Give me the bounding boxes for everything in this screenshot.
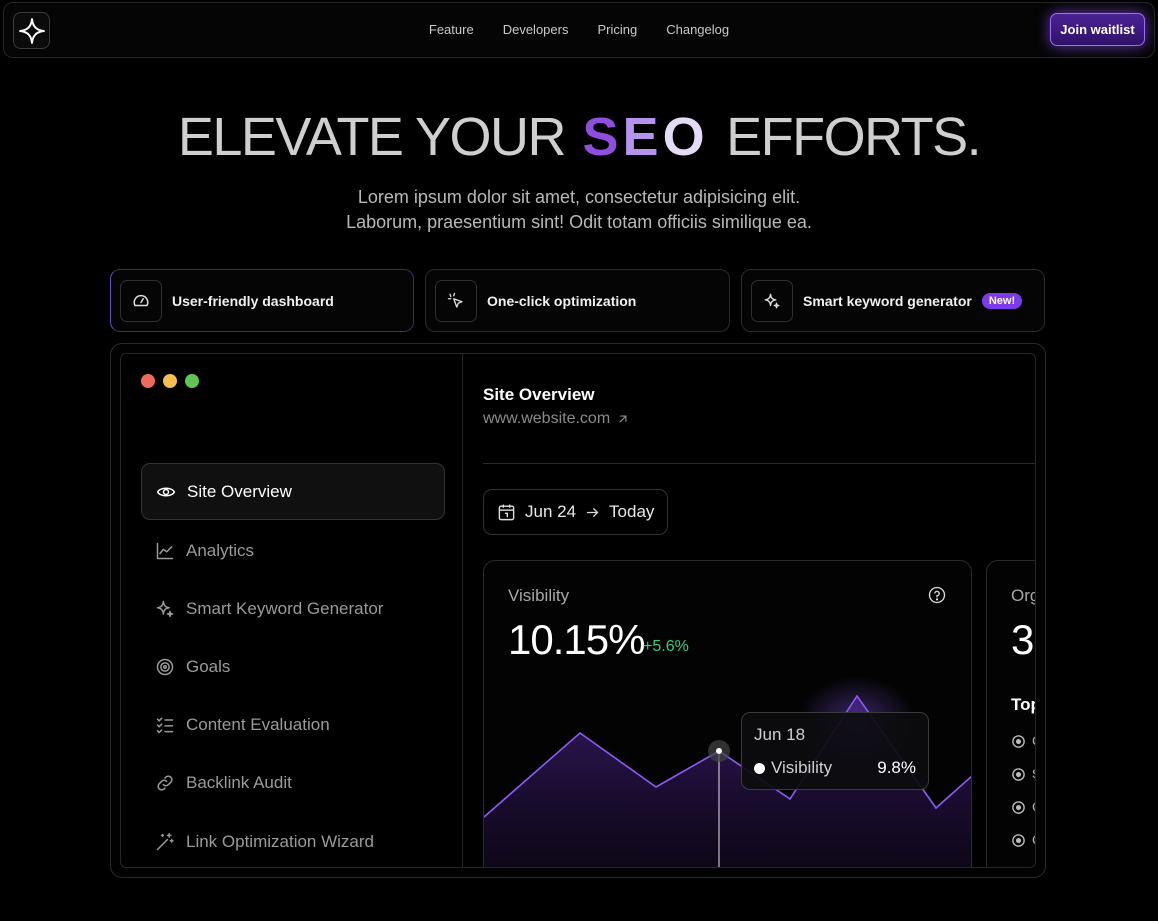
radio-target-icon: [1012, 833, 1025, 847]
sidebar-item-label: Analytics: [186, 540, 255, 560]
visibility-card: Visibility 10.15% +5.6% Jun 18 Visibilit…: [483, 560, 972, 867]
divider: [483, 463, 1035, 464]
calendar-icon: [498, 504, 515, 520]
window-close-dot[interactable]: [141, 374, 155, 388]
feature-label: Smart keyword generator: [803, 292, 972, 309]
radio-target-icon: [1012, 734, 1025, 748]
tooltip-series-dot: [754, 763, 765, 774]
external-arrow-icon: [619, 415, 627, 423]
sidebar-item-label: Smart Keyword Generator: [186, 598, 384, 618]
tooltip-value: 9.8%: [877, 758, 916, 777]
hero-title-highlight: SEO: [583, 107, 709, 167]
top-navbar: Feature Developers Pricing Changelog Joi…: [3, 2, 1155, 58]
list-item: c: [1011, 732, 1035, 750]
window-maximize-dot[interactable]: [185, 374, 199, 388]
cursor-click-icon: [447, 292, 463, 308]
line-chart-icon: [156, 542, 174, 559]
hover-point[interactable]: [716, 748, 722, 754]
sparkles-icon: [764, 293, 780, 308]
organic-value: 3: [1011, 616, 1035, 663]
sparkles-icon: [156, 600, 174, 617]
organic-top-heading: Top: [1011, 695, 1035, 714]
target-icon: [156, 658, 174, 675]
sidebar-item-label: Site Overview: [187, 481, 292, 501]
feature-one-click-optimization[interactable]: One-click optimization: [425, 269, 730, 332]
tooltip-date: Jun 18: [754, 725, 806, 744]
sidebar-item-link-optimization-wizard[interactable]: Link Optimization Wizard: [141, 813, 445, 867]
feature-smart-keyword-generator[interactable]: Smart keyword generator New!: [741, 269, 1045, 332]
dashboard-preview: Site Overview Analytics Smart Keyword Ge…: [110, 343, 1046, 878]
window-controls: [141, 374, 199, 388]
seo-letter-o: O: [662, 107, 709, 167]
nav-link-developers[interactable]: Developers: [503, 22, 569, 37]
nav-link-feature[interactable]: Feature: [429, 22, 474, 37]
hero-title-start: ELEVATE YOUR: [177, 107, 567, 167]
sidebar-item-label: Content Evaluation: [186, 714, 330, 734]
sidebar-item-label: Backlink Audit: [186, 772, 292, 792]
hero-subtitle-line-1: Lorem ipsum dolor sit amet, consectetur …: [357, 187, 801, 207]
list-check-icon: [156, 717, 174, 734]
new-badge: New!: [981, 292, 1023, 309]
feature-label: User-friendly dashboard: [172, 292, 334, 309]
list-item: s: [1011, 765, 1035, 783]
dashboard-sidebar: Site Overview Analytics Smart Keyword Ge…: [121, 354, 463, 867]
visibility-delta: +5.6%: [643, 638, 689, 655]
tooltip-series-name: Visibility: [771, 758, 833, 777]
list-item-text: c: [1032, 831, 1035, 849]
sidebar-item-site-overview[interactable]: Site Overview: [141, 463, 445, 520]
feature-label: One-click optimization: [487, 292, 637, 309]
help-icon[interactable]: [928, 586, 946, 604]
organic-card: Org 3 Top c s c c: [986, 560, 1035, 867]
eye-icon: [156, 487, 176, 496]
gauge-icon: [133, 294, 149, 306]
radio-target-icon: [1012, 767, 1025, 781]
sidebar-item-backlink-audit[interactable]: Backlink Audit: [141, 754, 445, 811]
arrow-right-icon: [586, 507, 599, 517]
nav-link-changelog[interactable]: Changelog: [666, 22, 729, 37]
hero-title: ELEVATE YOUR SEO EFFORTS.: [0, 106, 1158, 168]
list-item: c: [1011, 798, 1035, 816]
visibility-label: Visibility: [508, 586, 570, 605]
list-item-text: c: [1032, 798, 1035, 816]
dashboard-main: Site Overview www.website.com Jun 24 Tod…: [464, 354, 1035, 867]
sidebar-item-goals[interactable]: Goals: [141, 638, 445, 695]
organic-label: Org: [1011, 586, 1035, 605]
magic-wand-icon: [156, 832, 174, 850]
date-range-picker[interactable]: Jun 24 Today: [483, 489, 669, 535]
site-url-link[interactable]: www.website.com: [483, 410, 630, 428]
window-minimize-dot[interactable]: [163, 374, 177, 388]
hero-title-end: EFFORTS.: [726, 107, 982, 167]
sidebar-item-label: Goals: [186, 656, 231, 676]
nav-links: Feature Developers Pricing Changelog: [4, 22, 1154, 37]
nav-link-pricing[interactable]: Pricing: [597, 22, 637, 37]
seo-letter-e: E: [622, 107, 663, 167]
sidebar-item-smart-keyword-generator[interactable]: Smart Keyword Generator: [141, 580, 445, 637]
date-from: Jun 24: [525, 502, 577, 521]
list-item-text: c: [1032, 732, 1035, 750]
link-icon: [157, 774, 173, 791]
feature-user-friendly-dashboard[interactable]: User-friendly dashboard: [110, 269, 414, 332]
page-title: Site Overview: [483, 385, 595, 404]
visibility-value: 10.15%: [508, 616, 645, 663]
hero-subtitle-line-2: Laborum, praesentium sint! Odit totam of…: [346, 212, 812, 232]
sidebar-item-analytics[interactable]: Analytics: [141, 522, 445, 579]
dashboard-window: Site Overview Analytics Smart Keyword Ge…: [120, 353, 1036, 868]
sidebar-item-label: Link Optimization Wizard: [186, 831, 375, 851]
hero-subtitle: Lorem ipsum dolor sit amet, consectetur …: [0, 185, 1158, 235]
sidebar-item-content-evaluation[interactable]: Content Evaluation: [141, 696, 445, 753]
list-item-text: s: [1032, 765, 1035, 783]
radio-target-icon: [1012, 800, 1025, 814]
chart-tooltip: Jun 18 Visibility 9.8%: [741, 712, 929, 790]
date-to: Today: [609, 502, 655, 521]
seo-letter-s: S: [582, 107, 623, 167]
site-url-text: www.website.com: [483, 410, 611, 427]
join-waitlist-button[interactable]: Join waitlist: [1050, 13, 1145, 46]
list-item: c: [1011, 831, 1035, 849]
